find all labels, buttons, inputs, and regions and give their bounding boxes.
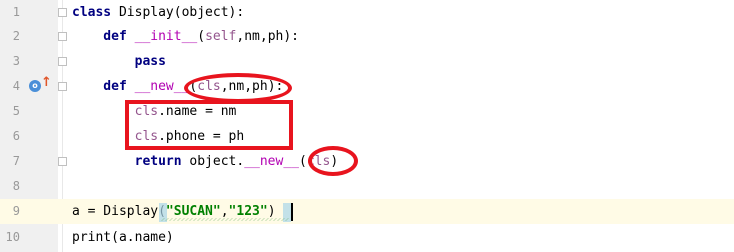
code-token: cls — [306, 154, 331, 169]
code-text[interactable]: class Display(object): — [72, 0, 244, 25]
line-number: 4 — [12, 79, 20, 93]
code-line[interactable]: 1 class Display(object): — [0, 0, 734, 25]
code-token: print(a.name) — [72, 230, 174, 245]
code-token: self — [205, 29, 237, 44]
code-token: def — [72, 79, 135, 94]
code-token: object. — [189, 154, 245, 169]
fold-marker[interactable] — [58, 57, 67, 66]
line-number: 3 — [12, 54, 20, 68]
code-token: __new__ — [244, 154, 299, 169]
fold-marker[interactable] — [58, 8, 67, 17]
code-line[interactable]: 8 — [0, 174, 734, 199]
code-token: def — [72, 29, 135, 44]
override-method-icon[interactable]: o — [29, 80, 41, 92]
line-number: 6 — [12, 129, 20, 143]
code-line[interactable]: 10 print(a.name) — [0, 225, 734, 250]
fold-marker[interactable] — [58, 157, 67, 166]
code-text[interactable]: pass — [72, 49, 166, 74]
code-token: pass — [72, 54, 166, 69]
code-editor[interactable]: 1 class Display(object): 2 def __init__(se… — [0, 0, 734, 252]
line-number: 7 — [12, 154, 20, 168]
code-token: ) — [330, 154, 339, 169]
spell-check-underline — [161, 218, 289, 221]
code-token: "SUCAN" — [165, 204, 221, 219]
code-token: return — [72, 154, 190, 169]
code-text[interactable]: def __init__(self,nm,ph): — [72, 24, 299, 49]
code-line[interactable]: 7 return object.__new__(cls) — [0, 149, 734, 174]
code-token: ,nm,ph): — [220, 79, 284, 94]
code-text[interactable]: print(a.name) — [72, 225, 174, 250]
code-text[interactable]: cls.phone = ph — [72, 124, 245, 149]
fold-marker[interactable] — [58, 32, 67, 41]
fold-marker[interactable] — [58, 82, 67, 91]
code-token: Display(object): — [118, 5, 245, 20]
text-caret — [291, 203, 293, 221]
code-line[interactable]: 9 a = Display("SUCAN","123") — [0, 199, 734, 224]
code-token: cls — [197, 79, 221, 94]
line-number: 10 — [5, 230, 20, 244]
code-line[interactable]: 3 pass — [0, 49, 734, 74]
code-text[interactable]: cls.name = nm — [72, 99, 237, 124]
code-line[interactable]: 4 def __new__(cls,nm,ph): — [0, 74, 734, 99]
code-token: cls — [134, 129, 159, 144]
code-token: a = Display( — [72, 204, 166, 219]
code-token: .phone = ph — [158, 129, 245, 144]
line-number: 1 — [12, 5, 20, 19]
code-text[interactable]: return object.__new__(cls) — [72, 149, 339, 174]
line-number: 5 — [12, 104, 20, 118]
code-token: .name = nm — [158, 104, 237, 119]
code-token: __init__ — [134, 29, 198, 44]
code-token: ,nm,ph): — [236, 29, 300, 44]
code-token: ) — [267, 204, 276, 219]
code-text[interactable]: def __new__(cls,nm,ph): — [72, 74, 283, 99]
up-arrow-icon[interactable]: ↑ — [41, 75, 52, 90]
code-token: cls — [134, 104, 159, 119]
code-line[interactable]: 5 cls.name = nm — [0, 99, 734, 124]
line-number: 2 — [12, 29, 20, 43]
code-token: __new__ — [134, 79, 190, 94]
code-line[interactable]: 6 cls.phone = ph — [0, 124, 734, 149]
line-number: 8 — [12, 179, 20, 193]
line-number: 9 — [12, 204, 20, 218]
code-token: "123" — [228, 204, 268, 219]
code-token: ( — [299, 154, 307, 169]
code-line[interactable]: 2 def __init__(self,nm,ph): — [0, 24, 734, 49]
code-token: ( — [197, 29, 206, 44]
code-token: , — [220, 204, 229, 219]
code-token: class — [72, 5, 119, 20]
